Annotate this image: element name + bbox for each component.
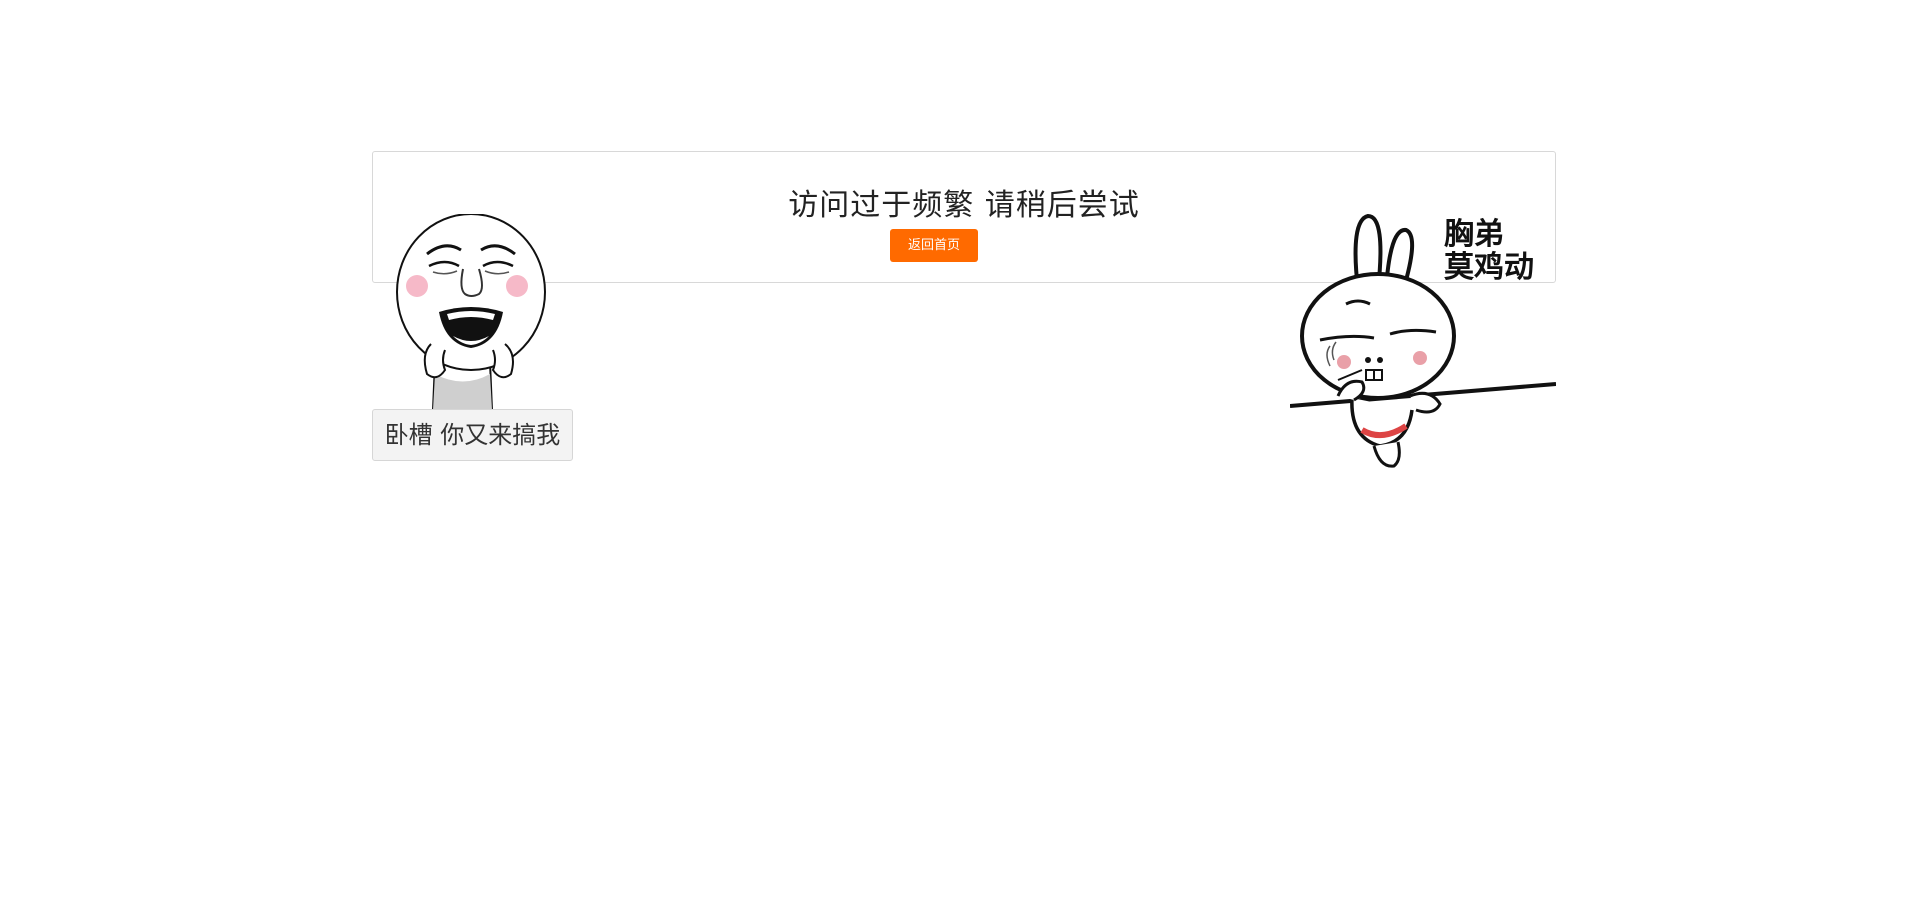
rabbit-caption-line2: 莫鸡动 bbox=[1444, 250, 1534, 285]
rabbit-caption: 胸弟 莫鸡动 bbox=[1444, 218, 1534, 284]
rabbit-caption-line1: 胸弟 bbox=[1444, 217, 1504, 252]
page: 访问过于频繁 请稍后尝试 返回首页 卧槽 你又来搞我 胸弟 莫鸡动 bbox=[0, 0, 1919, 907]
meme-caption: 卧槽 你又来搞我 bbox=[372, 409, 573, 461]
return-home-button[interactable]: 返回首页 bbox=[890, 229, 978, 262]
laughing-face-meme-icon bbox=[396, 214, 546, 410]
